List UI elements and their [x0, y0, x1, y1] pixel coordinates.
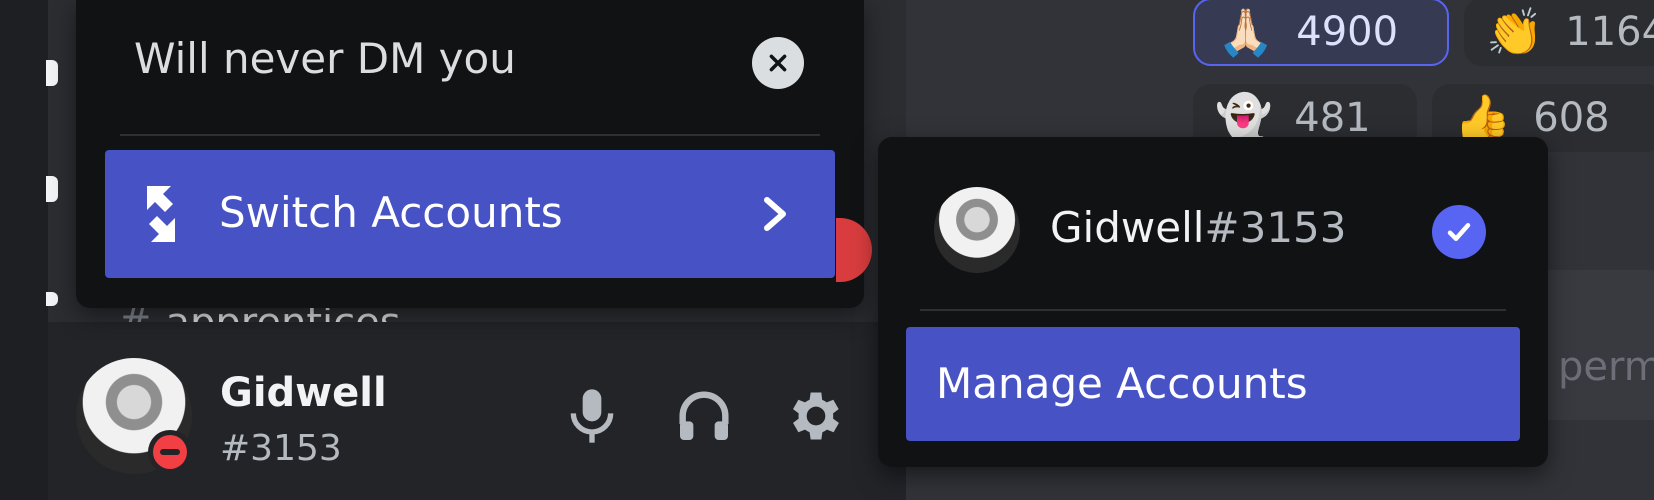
- account-item[interactable]: Gidwell#3153: [1050, 203, 1346, 252]
- clapping-hands-icon: 👏: [1486, 5, 1544, 59]
- account-username: Gidwell: [1050, 203, 1205, 252]
- manage-accounts-button[interactable]: Manage Accounts: [906, 327, 1520, 441]
- clear-status-button[interactable]: [752, 37, 804, 89]
- reaction-count: 481: [1294, 95, 1371, 141]
- manage-accounts-label: Manage Accounts: [936, 359, 1308, 408]
- unread-indicator: [46, 292, 58, 306]
- reaction-count: 1164: [1565, 9, 1654, 55]
- microphone-icon[interactable]: [560, 384, 624, 448]
- avatar: [934, 187, 1020, 273]
- unread-indicator: [46, 176, 58, 202]
- reaction-count: 4900: [1296, 9, 1399, 55]
- custom-status-text[interactable]: Will never DM you: [134, 34, 516, 83]
- reaction-count: 608: [1533, 95, 1610, 141]
- gear-icon[interactable]: [784, 384, 848, 448]
- headphones-icon[interactable]: [672, 384, 736, 448]
- server-rail: [0, 0, 48, 500]
- close-icon: [769, 54, 787, 72]
- switch-accounts-button[interactable]: Switch Accounts: [105, 150, 835, 278]
- reaction-folded-hands[interactable]: 🙏🏻 4900: [1193, 0, 1449, 66]
- chevron-right-icon: [764, 197, 786, 231]
- thumbs-up-icon: 👍: [1454, 91, 1512, 145]
- accounts-popout: Gidwell#3153 Manage Accounts: [878, 137, 1548, 467]
- reaction-clapping-hands[interactable]: 👏 1164: [1464, 0, 1654, 66]
- switch-accounts-icon: [147, 186, 175, 242]
- divider: [920, 309, 1506, 311]
- ghost-icon: 👻: [1215, 91, 1273, 145]
- do-not-disturb-status-icon: [148, 430, 192, 474]
- switch-accounts-label: Switch Accounts: [219, 188, 563, 237]
- unread-indicator: [46, 60, 58, 86]
- divider: [120, 134, 820, 136]
- message-input-placeholder: perm: [1558, 344, 1654, 390]
- account-discriminator: #3153: [1204, 203, 1347, 252]
- checkmark-icon: [1432, 205, 1486, 259]
- user-discriminator: #3153: [220, 428, 342, 469]
- username[interactable]: Gidwell: [220, 370, 387, 416]
- folded-hands-icon: 🙏🏻: [1217, 5, 1275, 59]
